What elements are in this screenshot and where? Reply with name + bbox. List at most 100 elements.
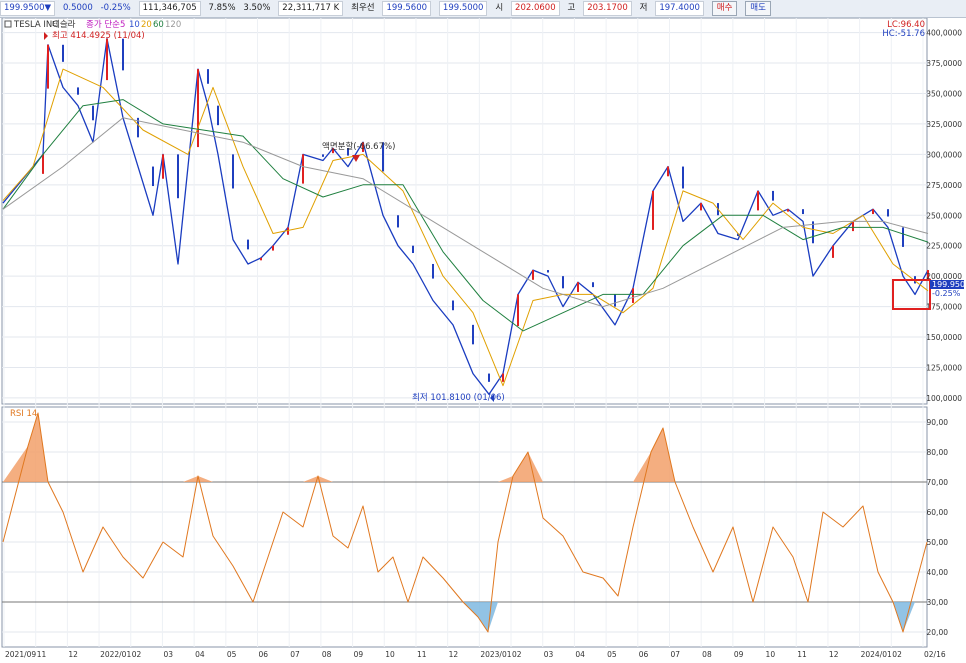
candle-point	[700, 203, 702, 211]
candle-point	[322, 154, 324, 157]
candle-point	[162, 154, 164, 179]
last-price-label: 199.9500	[932, 280, 966, 289]
amount-value: 22,311,717 K	[278, 1, 344, 16]
candle-point	[532, 270, 534, 280]
rsi-legend: RSI 14	[10, 409, 37, 419]
price-tick-label: 100,0000	[926, 394, 962, 403]
vol-ratio-value: 3.50%	[243, 3, 271, 13]
candle-point	[872, 209, 874, 215]
date-tick-label: 09	[354, 650, 364, 659]
candle-point	[682, 166, 684, 189]
bid-label: 최우선	[351, 3, 375, 13]
candle-point	[852, 221, 854, 232]
candle-point	[197, 69, 199, 148]
price-tick-label: 400,0000	[926, 29, 962, 38]
price-tick-label: 375,0000	[926, 59, 962, 68]
date-tick-label: 06	[639, 650, 649, 659]
buy-button[interactable]: 매수	[711, 1, 738, 16]
sell-button[interactable]: 매도	[745, 1, 771, 16]
rsi-tick-label: 50,00	[927, 538, 949, 547]
low-annotation: 최저 101.8100 (01/06)	[412, 392, 505, 403]
split-annotation: 액면분할(-66.67%)	[322, 141, 395, 152]
price-tick-label: 350,0000	[926, 89, 962, 98]
price-tick-label: 250,0000	[926, 211, 962, 220]
candle-point	[577, 282, 579, 292]
date-tick-label: 11	[417, 650, 427, 659]
legend-name: 테슬라	[52, 20, 76, 30]
candle-point	[452, 300, 454, 311]
open-value: 202.0600	[511, 1, 560, 16]
candle-point	[652, 190, 654, 230]
price-tick-label: 225,0000	[926, 242, 962, 251]
date-tick-label: 02	[132, 650, 142, 659]
legend-ma20: 20	[141, 20, 152, 30]
candle-point	[592, 282, 594, 288]
price-tick-label: 175,0000	[926, 303, 962, 312]
rsi-tick-label: 80,00	[927, 448, 949, 457]
candle-point	[232, 154, 234, 189]
date-tick-label: 2024/01	[861, 650, 892, 659]
open-label: 시	[495, 3, 504, 13]
date-tick-label: 02	[892, 650, 902, 659]
candle-point	[217, 105, 219, 126]
candle-point	[92, 105, 94, 121]
date-tick-label: 06	[259, 650, 269, 659]
date-tick-label: 03	[163, 650, 173, 659]
candle-point	[62, 44, 64, 62]
price-tick-label: 275,0000	[926, 181, 962, 190]
date-tick-label: 03	[544, 650, 554, 659]
candle-point	[488, 373, 490, 382]
candle-point	[432, 263, 434, 279]
candle-point	[667, 166, 669, 177]
candle-point	[207, 69, 209, 84]
high-label: 고	[567, 3, 576, 13]
date-tick-label: 11	[797, 650, 807, 659]
candle-point	[397, 215, 399, 228]
candle-point	[177, 154, 179, 199]
candle-point	[472, 324, 474, 345]
legend-ma-title: 종가 단순	[86, 19, 120, 30]
candle-point	[106, 38, 108, 81]
legend-ma5: 5	[120, 20, 125, 30]
legend-ma120: 120	[165, 20, 181, 30]
date-tick-label: 05	[607, 650, 617, 659]
hc-label: HC:-51.76	[882, 29, 925, 39]
last-pct-label: -0.25%	[932, 289, 961, 298]
candle-point	[832, 245, 834, 258]
stock-chart[interactable]: 100,0000125,0000150,0000175,0000200,0000…	[0, 18, 966, 663]
low-value: 197.4000	[655, 1, 704, 16]
candle-point	[260, 257, 262, 261]
legend-ma10: 10	[129, 20, 140, 30]
candle-point	[802, 209, 804, 215]
price-tick-label: 300,0000	[926, 150, 962, 159]
date-tick-label: 2021/09	[5, 650, 36, 659]
date-tick-label: 12	[449, 650, 459, 659]
rsi-tick-label: 30,00	[927, 598, 949, 607]
date-tick-label: 08	[702, 650, 712, 659]
candle-point	[412, 245, 414, 254]
date-tick-label: 10	[385, 650, 395, 659]
candle-point	[562, 276, 564, 289]
rsi-tick-label: 60,00	[927, 508, 949, 517]
candle-point	[517, 294, 519, 327]
candle-point	[47, 44, 49, 89]
date-tick-label: 05	[227, 650, 237, 659]
turnover-value: 7.85%	[208, 3, 236, 13]
rsi-tick-label: 40,00	[927, 568, 949, 577]
high-value: 203.1700	[583, 1, 632, 16]
candle-point	[887, 209, 889, 217]
quote-toolbar: 199.9500▼ 0.5000 -0.25% 111,346,705 7.85…	[0, 0, 966, 18]
candle-point	[152, 166, 154, 187]
date-tick-label: 04	[575, 650, 585, 659]
date-tick-label: 07	[670, 650, 680, 659]
candle-point	[122, 38, 124, 71]
candle-point	[757, 190, 759, 211]
date-tick-label: 2022/01	[100, 650, 131, 659]
candle-point	[902, 227, 904, 247]
price-tick-label: 150,0000	[926, 333, 962, 342]
candle-point	[42, 154, 44, 174]
legend-ma60: 60	[153, 20, 164, 30]
change-value: 0.5000	[62, 3, 93, 13]
bid2-value: 199.5000	[438, 1, 488, 16]
candle-point	[787, 209, 789, 212]
